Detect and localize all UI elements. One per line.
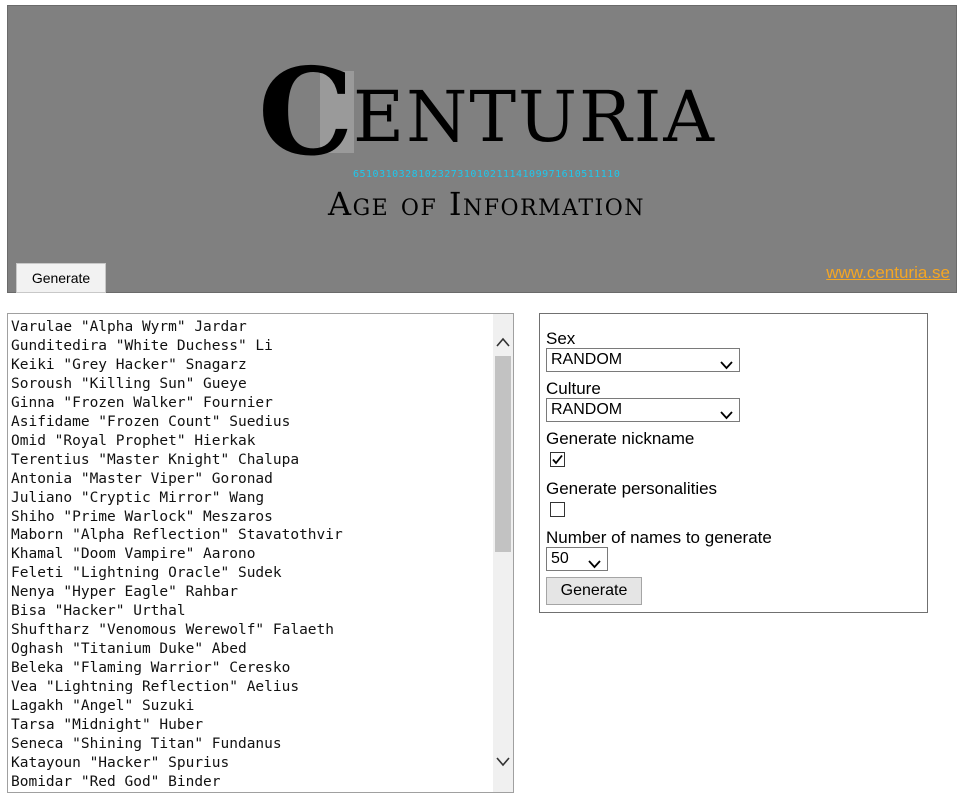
chevron-down-icon bbox=[720, 355, 733, 377]
name-line: Lagakh "Angel" Suzuki bbox=[11, 698, 195, 715]
scroll-up-icon[interactable] bbox=[493, 332, 513, 352]
name-line: Omid "Royal Prophet" Hierkak bbox=[11, 432, 256, 449]
name-line: Shuftharz "Venomous Werewolf" Falaeth bbox=[11, 622, 335, 639]
personalities-checkbox[interactable] bbox=[550, 502, 565, 517]
name-line: Terentius "Master Knight" Chalupa bbox=[11, 451, 300, 468]
name-line: Nenya "Hyper Eagle" Rahbar bbox=[11, 584, 238, 601]
chevron-down-icon bbox=[720, 405, 733, 427]
sex-select[interactable]: RANDOM bbox=[546, 348, 740, 372]
name-line: Varulae "Alpha Wyrm" Jardar bbox=[11, 319, 247, 335]
name-line: Asifidame "Frozen Count" Suedius bbox=[11, 413, 291, 430]
logo-digits: 6510310328102327310102111410997161051111… bbox=[353, 169, 621, 180]
culture-select-value: RANDOM bbox=[551, 401, 623, 418]
name-line: Soroush "Killing Sun" Gueye bbox=[11, 375, 247, 392]
name-line: Khamal "Doom Vampire" Aarono bbox=[11, 546, 256, 563]
name-line: Beleka "Flaming Warrior" Ceresko bbox=[11, 660, 291, 677]
culture-label: Culture bbox=[546, 379, 601, 398]
count-label: Number of names to generate bbox=[546, 528, 772, 547]
sex-select-value: RANDOM bbox=[551, 351, 623, 368]
names-scrollbar[interactable] bbox=[493, 314, 513, 792]
name-line: Maborn "Alpha Reflection" Stavatothvir bbox=[11, 527, 343, 544]
name-line: Vea "Lightning Reflection" Aelius bbox=[11, 679, 300, 696]
name-line: Katayoun "Hacker" Spurius bbox=[11, 754, 230, 771]
generator-form: Sex RANDOM Culture RANDOM Generate nickn… bbox=[539, 313, 928, 613]
name-line: Feleti "Lightning Oracle" Sudek bbox=[11, 565, 282, 582]
name-line: Keiki "Grey Hacker" Snagarz bbox=[11, 356, 247, 373]
scroll-down-icon[interactable] bbox=[493, 752, 513, 772]
name-line: Gunditedira "White Duchess" Li bbox=[11, 337, 273, 354]
name-line: Antonia "Master Viper" Goronad bbox=[11, 470, 273, 487]
centuria-logo: C ENTURIA 651031032810232731010211141099… bbox=[258, 53, 714, 181]
form-generate-button[interactable]: Generate bbox=[546, 577, 642, 605]
name-line: Tarsa "Midnight" Huber bbox=[11, 717, 204, 734]
name-line: Bomidar "Red God" Binder bbox=[11, 773, 221, 790]
culture-select[interactable]: RANDOM bbox=[546, 398, 740, 422]
nickname-label: Generate nickname bbox=[546, 429, 695, 448]
scroll-thumb[interactable] bbox=[495, 356, 511, 552]
name-line: Bisa "Hacker" Urthal bbox=[11, 603, 186, 620]
header-generate-button[interactable]: Generate bbox=[16, 263, 106, 293]
count-select[interactable]: 50 bbox=[546, 547, 608, 571]
site-link[interactable]: www.centuria.se bbox=[826, 263, 950, 283]
personalities-label: Generate personalities bbox=[546, 479, 718, 498]
sex-label: Sex bbox=[546, 329, 576, 348]
name-line: Ginna "Frozen Walker" Fournier bbox=[11, 394, 273, 411]
chevron-down-icon bbox=[588, 554, 601, 576]
logo-subtitle: Age of Information bbox=[328, 185, 646, 223]
names-textarea[interactable]: Varulae "Alpha Wyrm" Jardar Gunditedira "… bbox=[7, 313, 514, 793]
logo-initial: C bbox=[258, 42, 354, 183]
name-line: Seneca "Shining Titan" Fundanus bbox=[11, 735, 282, 752]
name-line: Shiho "Prime Warlock" Meszaros bbox=[11, 508, 273, 525]
check-icon bbox=[552, 454, 563, 465]
logo-word: ENTURIA bbox=[353, 76, 716, 158]
nickname-checkbox[interactable] bbox=[550, 452, 565, 467]
name-line: Oghash "Titanium Duke" Abed bbox=[11, 641, 247, 658]
header-banner: C ENTURIA 651031032810232731010211141099… bbox=[7, 5, 957, 293]
names-list: Varulae "Alpha Wyrm" Jardar Gunditedira "… bbox=[11, 318, 491, 792]
name-line: Juliano "Cryptic Mirror" Wang bbox=[11, 489, 265, 506]
count-select-value: 50 bbox=[551, 550, 569, 567]
